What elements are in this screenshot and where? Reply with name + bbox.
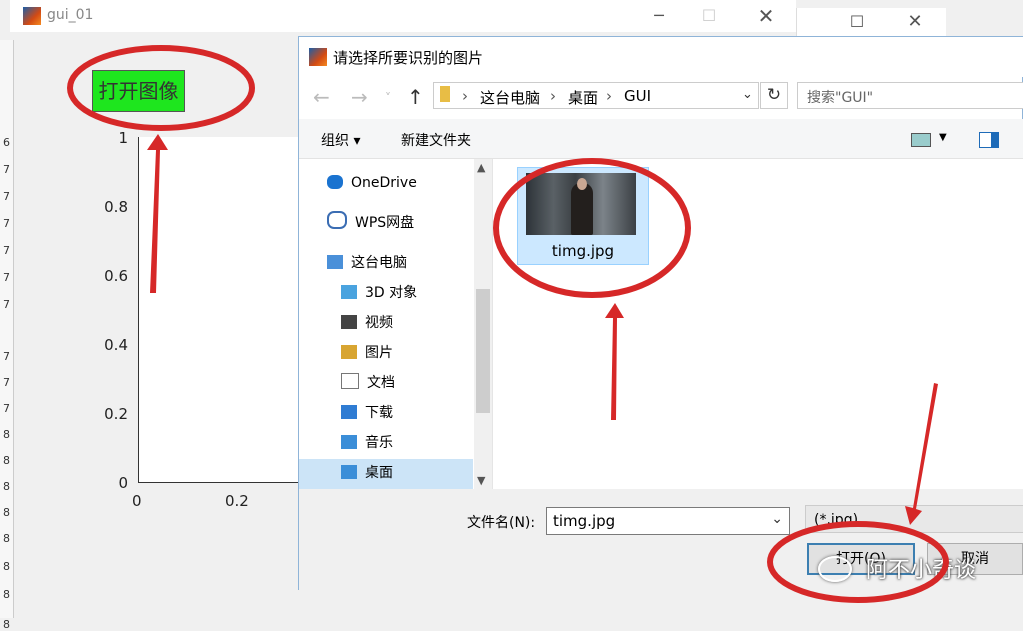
annotation-arrows xyxy=(147,134,938,525)
annotation-arrow-1 xyxy=(147,134,168,293)
annotation-overlay xyxy=(67,45,949,603)
annotation-ellipse-open-image xyxy=(67,45,255,131)
annotation-marks xyxy=(67,45,949,603)
annotation-ellipse-file xyxy=(493,158,691,298)
line-number: 8 xyxy=(3,618,10,631)
annotation-arrow-2 xyxy=(605,303,624,420)
annotation-ellipse-open-button xyxy=(767,521,949,603)
annotation-arrow-3 xyxy=(905,383,938,525)
